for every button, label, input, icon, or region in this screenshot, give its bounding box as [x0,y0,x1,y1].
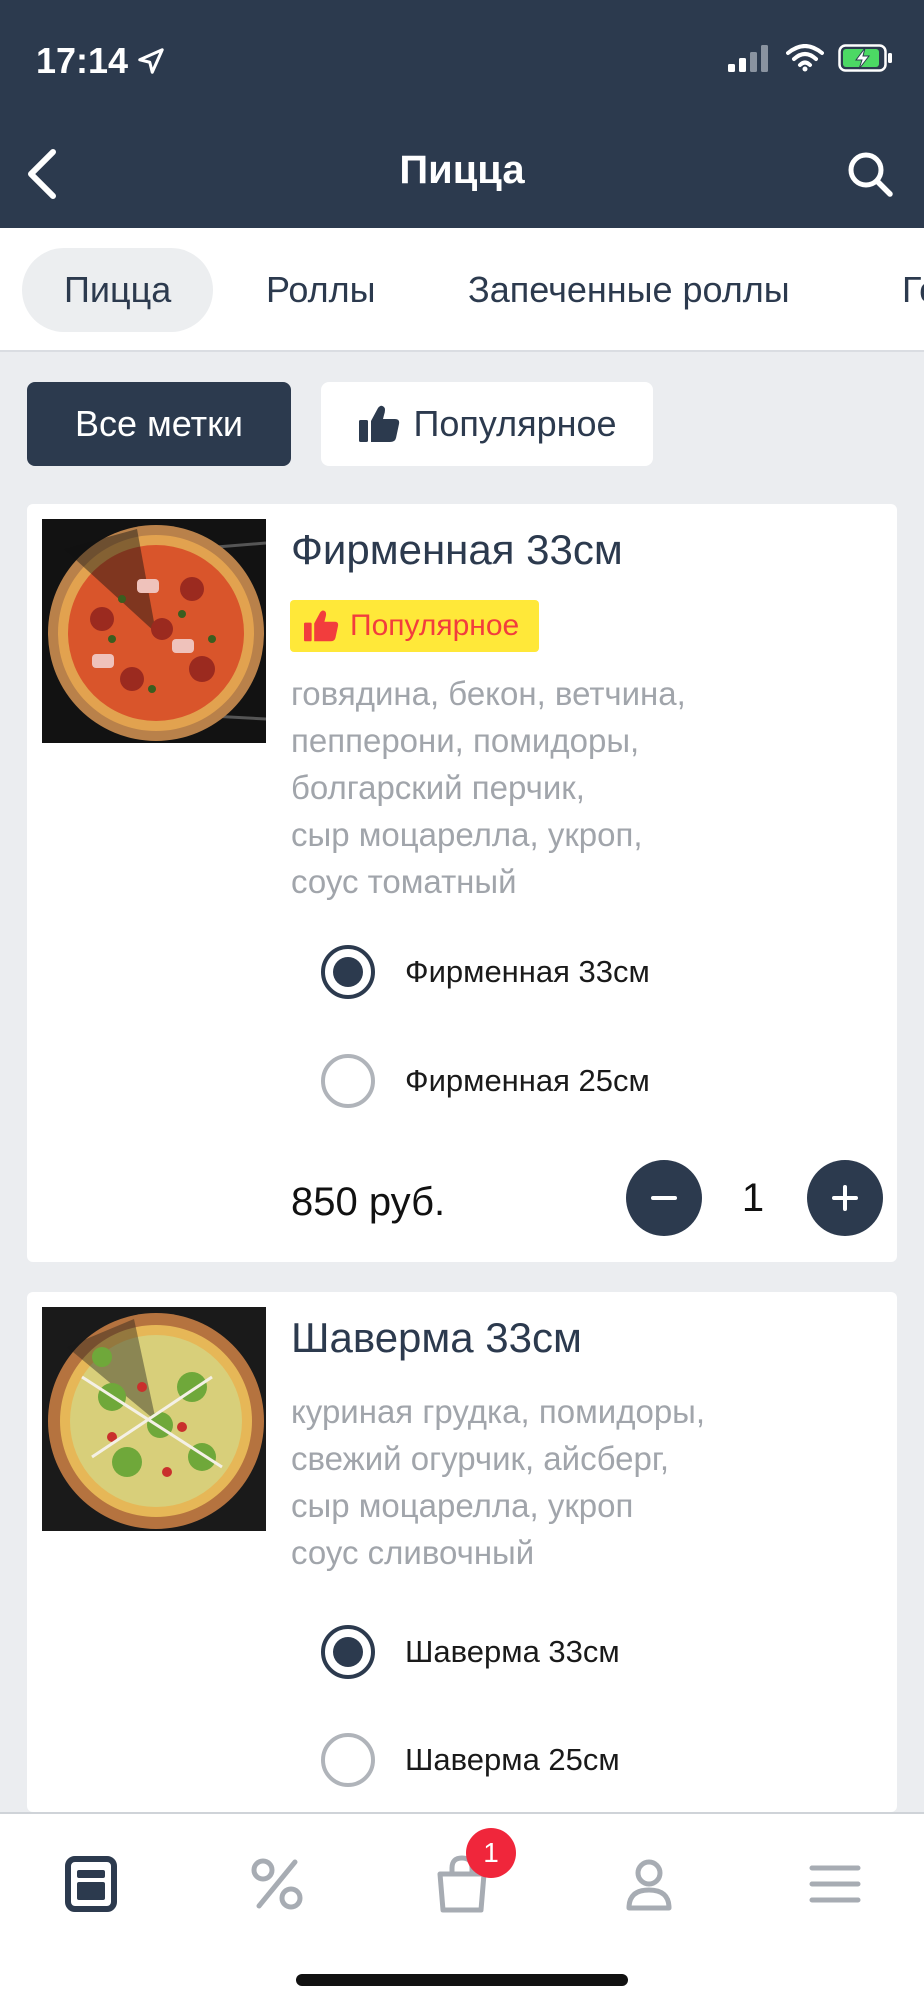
category-tabs: Пицца Роллы Запеченные роллы Го [0,228,924,352]
filter-popular-button[interactable]: Популярное [321,382,653,466]
plus-icon [832,1185,858,1211]
variant-label: Фирменная 25см [405,1063,650,1098]
wifi-icon [786,44,824,72]
percent-icon [251,1858,303,1910]
tab-more[interactable] [795,1844,875,1924]
status-time: 17:14 [36,40,166,82]
radio-selected[interactable] [321,945,375,999]
variant-label: Шаверма 25см [405,1742,620,1777]
page-title: Пицца [399,148,525,192]
badge-label: Популярное [350,609,520,642]
product-card: Фирменная 33см Популярное говядина, беко… [27,504,897,1262]
filter-popular-label: Популярное [413,403,617,444]
location-arrow-icon [138,48,164,74]
tab-cart[interactable]: 1 [422,1828,516,1924]
tab-pizza[interactable]: Пицца [22,248,214,332]
cart-count-badge: 1 [466,1828,516,1878]
tab-promotions[interactable] [237,1844,317,1924]
hamburger-menu-icon [809,1865,861,1903]
search-icon [848,152,893,197]
battery-icon [838,44,892,72]
variant-option[interactable]: Шаверма 33см [321,1624,620,1680]
thumbs-up-icon [304,610,339,642]
decrease-quantity-button[interactable] [626,1160,702,1236]
product-title: Фирменная 33см [291,526,623,573]
variant-option[interactable]: Шаверма 25см [321,1732,620,1788]
status-bar: 17:14 [0,0,924,120]
variant-option[interactable]: Фирменная 33см [321,944,650,1000]
product-description: говядина, бекон, ветчина, пепперони, пом… [291,675,686,900]
product-image[interactable] [42,1307,266,1531]
tab-profile[interactable] [609,1844,689,1924]
radio-unselected[interactable] [321,1733,375,1787]
variant-label: Фирменная 33см [405,954,650,989]
product-card: Шаверма 33см куриная грудка, помидоры, с… [27,1292,897,1812]
quantity-value: 1 [741,1176,765,1220]
tab-baked-rolls[interactable]: Запеченные роллы [426,248,832,332]
tab-menu[interactable] [51,1844,131,1924]
variant-label: Шаверма 33см [405,1634,620,1669]
home-indicator [296,1974,628,1986]
radio-selected[interactable] [321,1625,375,1679]
tab-next-category[interactable]: Го [860,248,924,332]
search-button[interactable] [838,142,902,206]
product-price: 850 руб. [291,1180,446,1224]
tab-rolls[interactable]: Роллы [224,248,418,332]
product-title: Шаверма 33см [291,1314,582,1361]
radio-unselected[interactable] [321,1054,375,1108]
popular-badge: Популярное [290,600,540,652]
menu-book-icon [65,1856,117,1912]
product-image[interactable] [42,519,266,743]
variant-option[interactable]: Фирменная 25см [321,1053,650,1109]
signal-icon [728,45,768,72]
minus-icon [651,1196,677,1200]
user-icon [626,1859,672,1911]
filter-all-tags-button[interactable]: Все метки [27,382,291,466]
product-description: куриная грудка, помидоры, свежий огурчик… [291,1393,706,1571]
bottom-tab-bar: 1 [0,1812,924,2000]
thumbs-up-icon [359,405,400,442]
nav-bar: Пицца [0,120,924,228]
increase-quantity-button[interactable] [807,1160,883,1236]
